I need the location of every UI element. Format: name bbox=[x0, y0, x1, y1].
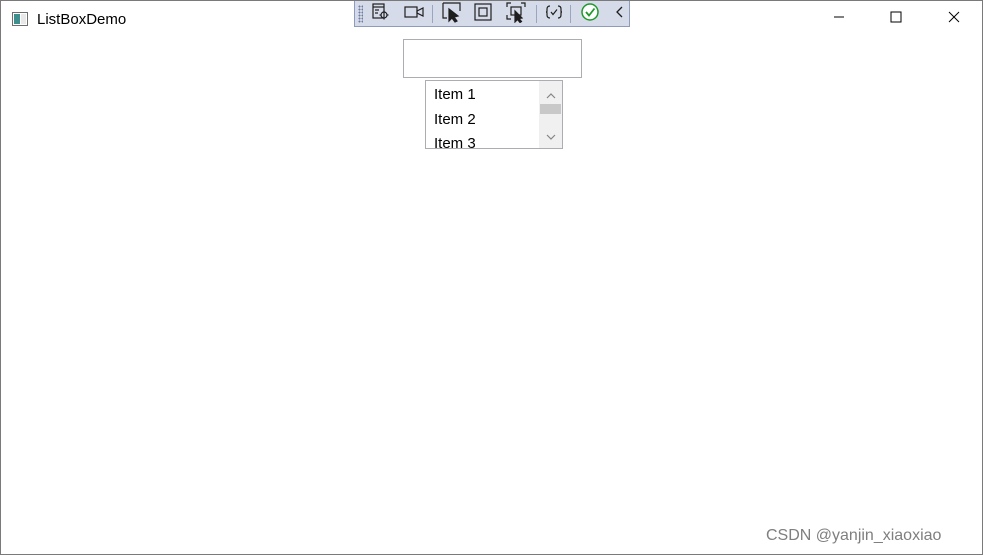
chevron-down-icon bbox=[546, 128, 556, 146]
scroll-down-button[interactable] bbox=[539, 128, 562, 145]
wpf-debug-toolbar bbox=[354, 1, 630, 27]
minimize-button[interactable] bbox=[810, 1, 868, 37]
visual-tree-icon bbox=[371, 2, 391, 27]
chevron-up-icon bbox=[546, 86, 556, 104]
window-title: ListBoxDemo bbox=[37, 11, 127, 28]
list-item[interactable]: Item 1 bbox=[434, 86, 476, 103]
scroll-thumb[interactable] bbox=[540, 104, 561, 114]
maximize-button[interactable] bbox=[867, 1, 925, 37]
minimize-icon bbox=[833, 10, 845, 28]
scroll-up-button[interactable] bbox=[539, 86, 562, 103]
select-element-button[interactable] bbox=[441, 1, 463, 28]
window-app-icon bbox=[12, 12, 28, 26]
toolbar-separator bbox=[536, 5, 537, 23]
list-box[interactable]: Item 1 Item 2 Item 3 bbox=[425, 80, 563, 149]
maximize-icon bbox=[890, 10, 902, 28]
main-window: ListBoxDemo Item 1 Item 2 Item 3 CSDN @y… bbox=[0, 0, 983, 555]
toolbar-grip[interactable] bbox=[358, 5, 363, 23]
watermark: CSDN @yanjin_xiaoxiao bbox=[766, 527, 942, 544]
layout-adorners-button[interactable] bbox=[472, 2, 494, 27]
record-button[interactable] bbox=[403, 3, 425, 25]
check-circle-icon bbox=[580, 2, 600, 27]
collapse-toolbar-button[interactable] bbox=[609, 3, 631, 25]
list-items-viewport: Item 1 Item 2 Item 3 bbox=[426, 81, 539, 148]
track-focus-button[interactable] bbox=[505, 1, 527, 28]
hot-reload-icon bbox=[544, 2, 564, 27]
list-item[interactable]: Item 3 bbox=[434, 135, 476, 148]
toolbar-separator bbox=[432, 5, 433, 23]
layout-adorner-icon bbox=[473, 2, 493, 27]
close-button[interactable] bbox=[925, 1, 982, 37]
track-focus-icon bbox=[505, 1, 527, 28]
video-camera-icon bbox=[403, 2, 425, 27]
text-input[interactable] bbox=[403, 39, 582, 78]
vertical-scrollbar[interactable] bbox=[539, 81, 562, 148]
chevron-left-icon bbox=[614, 4, 626, 25]
close-icon bbox=[948, 10, 960, 28]
hot-reload-button[interactable] bbox=[543, 3, 565, 25]
toolbar-separator bbox=[570, 5, 571, 23]
select-pointer-icon bbox=[441, 1, 463, 28]
list-item[interactable]: Item 2 bbox=[434, 111, 476, 128]
binding-status-button[interactable] bbox=[579, 2, 601, 27]
live-visual-tree-button[interactable] bbox=[370, 2, 392, 27]
